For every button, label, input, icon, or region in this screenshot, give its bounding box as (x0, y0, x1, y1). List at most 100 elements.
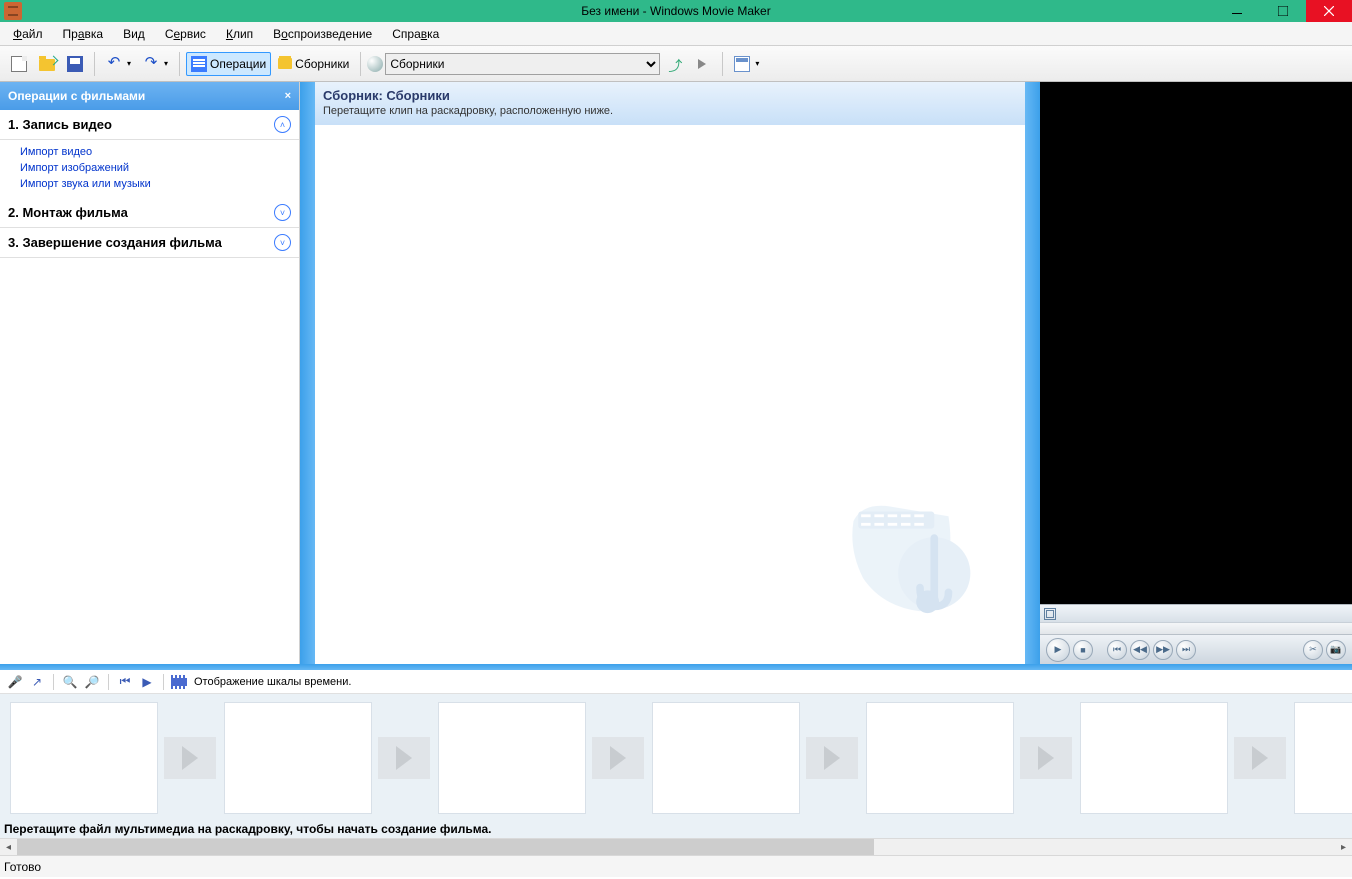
take-picture-button[interactable]: 📷 (1326, 640, 1346, 660)
open-icon (39, 59, 55, 71)
arrow-icon (1038, 746, 1054, 770)
preview-seek-bar[interactable] (1040, 622, 1352, 634)
storyboard[interactable]: Перетащите файл мультимедиа на раскадров… (0, 694, 1352, 838)
tasks-pane: Операции с фильмами × 1. Запись видео ˄ … (0, 82, 300, 664)
tasks-toggle-button[interactable]: Операции (186, 52, 271, 76)
menu-edit[interactable]: Правка (58, 25, 109, 43)
collection-title: Сборник: Сборники (323, 88, 1017, 103)
arrow-icon (182, 746, 198, 770)
collection-right-gutter (1025, 82, 1040, 664)
preview-pane: ▶ ■ ⏮ ◀◀ ▶▶ ⏭ ✂ 📷 (1040, 82, 1352, 664)
menu-tools[interactable]: Сервис (160, 25, 211, 43)
close-button[interactable] (1306, 0, 1352, 22)
storyboard-scrollbar[interactable]: ◂ ▸ (0, 838, 1352, 855)
task-section-title: 1. Запись видео (8, 117, 112, 132)
task-link-import-video[interactable]: Импорт видео (20, 144, 299, 160)
collections-toggle-button[interactable]: Сборники (273, 52, 354, 76)
storyboard-transition[interactable] (164, 737, 216, 779)
storyboard-transition[interactable] (1020, 737, 1072, 779)
minimize-button[interactable] (1214, 0, 1260, 22)
storyboard-transition[interactable] (1234, 737, 1286, 779)
toolbar-separator (53, 674, 54, 690)
rewind-timeline-button[interactable]: ⏮ (116, 673, 134, 691)
narrate-button[interactable]: 🎤 (6, 673, 24, 691)
menu-clip[interactable]: Клип (221, 25, 258, 43)
storyboard-slot[interactable] (866, 702, 1072, 814)
undo-icon: ↶ (106, 56, 122, 72)
prev-clip-button[interactable]: ⏮ (1107, 640, 1127, 660)
scroll-left-button[interactable]: ◂ (0, 839, 17, 855)
play-button[interactable]: ▶ (1046, 638, 1070, 662)
storyboard-frame[interactable] (10, 702, 158, 814)
scroll-thumb[interactable] (17, 839, 874, 855)
film-watermark-icon (825, 464, 1015, 654)
stop-button[interactable]: ■ (1073, 640, 1093, 660)
task-section-capture[interactable]: 1. Запись видео ˄ (0, 110, 299, 140)
forward-button[interactable]: ▶▶ (1153, 640, 1173, 660)
task-section-edit[interactable]: 2. Монтаж фильма ˅ (0, 198, 299, 228)
collection-header: Сборник: Сборники Перетащите клип на рас… (315, 82, 1025, 125)
expand-icon[interactable] (1044, 608, 1056, 620)
location-combobox[interactable]: Сборники (385, 53, 660, 75)
storyboard-frame[interactable] (866, 702, 1014, 814)
up-level-button[interactable]: ⤴ (662, 52, 688, 76)
maximize-button[interactable] (1260, 0, 1306, 22)
dropdown-icon: ▾ (164, 59, 168, 68)
storyboard-slot[interactable] (652, 702, 858, 814)
menu-play[interactable]: Воспроизведение (268, 25, 377, 43)
toolbar-separator (360, 52, 361, 76)
new-project-button[interactable] (6, 52, 32, 76)
new-icon (11, 56, 27, 72)
storyboard-slot[interactable] (10, 702, 216, 814)
zoom-out-button[interactable]: 🔎 (83, 673, 101, 691)
task-link-import-pictures[interactable]: Импорт изображений (20, 160, 299, 176)
storyboard-transition[interactable] (592, 737, 644, 779)
menu-file[interactable]: Файл (8, 25, 48, 43)
chevron-up-icon[interactable]: ˄ (274, 116, 291, 133)
timeline-toggle-label[interactable]: Отображение шкалы времени. (194, 676, 351, 688)
rewind-button[interactable]: ◀◀ (1130, 640, 1150, 660)
storyboard-frame[interactable] (438, 702, 586, 814)
tasks-close-button[interactable]: × (285, 90, 291, 102)
forward-button[interactable] (690, 52, 716, 76)
undo-button[interactable]: ↶▾ (101, 52, 136, 76)
chevron-down-icon[interactable]: ˅ (274, 204, 291, 221)
minimize-icon (1232, 6, 1242, 16)
storyboard-slot[interactable] (224, 702, 430, 814)
dropdown-icon: ▾ (755, 59, 759, 68)
storyboard-frame[interactable] (1080, 702, 1228, 814)
dropdown-icon: ▾ (127, 59, 131, 68)
up-icon: ⤴ (667, 56, 683, 72)
task-section-finish[interactable]: 3. Завершение создания фильма ˅ (0, 228, 299, 258)
redo-button[interactable]: ↷▾ (138, 52, 173, 76)
storyboard-transition[interactable] (806, 737, 858, 779)
storyboard-slot[interactable] (1080, 702, 1286, 814)
storyboard-slot[interactable] (438, 702, 644, 814)
collection-content[interactable] (315, 125, 1025, 664)
scroll-track[interactable] (17, 839, 1335, 855)
toolbar-separator (179, 52, 180, 76)
zoom-in-button[interactable]: 🔍 (61, 673, 79, 691)
view-mode-button[interactable]: ▾ (729, 52, 764, 76)
scroll-right-button[interactable]: ▸ (1335, 839, 1352, 855)
collection-body: Сборник: Сборники Перетащите клип на рас… (315, 82, 1025, 664)
tasks-pane-title: Операции с фильмами (8, 89, 145, 103)
play-timeline-button[interactable]: ▶ (138, 673, 156, 691)
storyboard-slot[interactable] (1294, 702, 1352, 814)
title-bar: Без имени - Windows Movie Maker (0, 0, 1352, 22)
storyboard-frame[interactable] (224, 702, 372, 814)
view-icon (734, 56, 750, 72)
menu-view[interactable]: Вид (118, 25, 150, 43)
storyboard-frame[interactable] (1294, 702, 1352, 814)
menu-help[interactable]: Справка (387, 25, 444, 43)
storyboard-frame[interactable] (652, 702, 800, 814)
storyboard-transition[interactable] (378, 737, 430, 779)
audio-levels-button[interactable]: ↗ (28, 673, 46, 691)
save-project-button[interactable] (62, 52, 88, 76)
next-clip-button[interactable]: ⏭ (1176, 640, 1196, 660)
open-project-button[interactable] (34, 52, 60, 76)
timeline-toolbar: 🎤 ↗ 🔍 🔎 ⏮ ▶ Отображение шкалы времени. (0, 670, 1352, 694)
chevron-down-icon[interactable]: ˅ (274, 234, 291, 251)
task-link-import-audio[interactable]: Импорт звука или музыки (20, 176, 299, 192)
split-clip-button[interactable]: ✂ (1303, 640, 1323, 660)
